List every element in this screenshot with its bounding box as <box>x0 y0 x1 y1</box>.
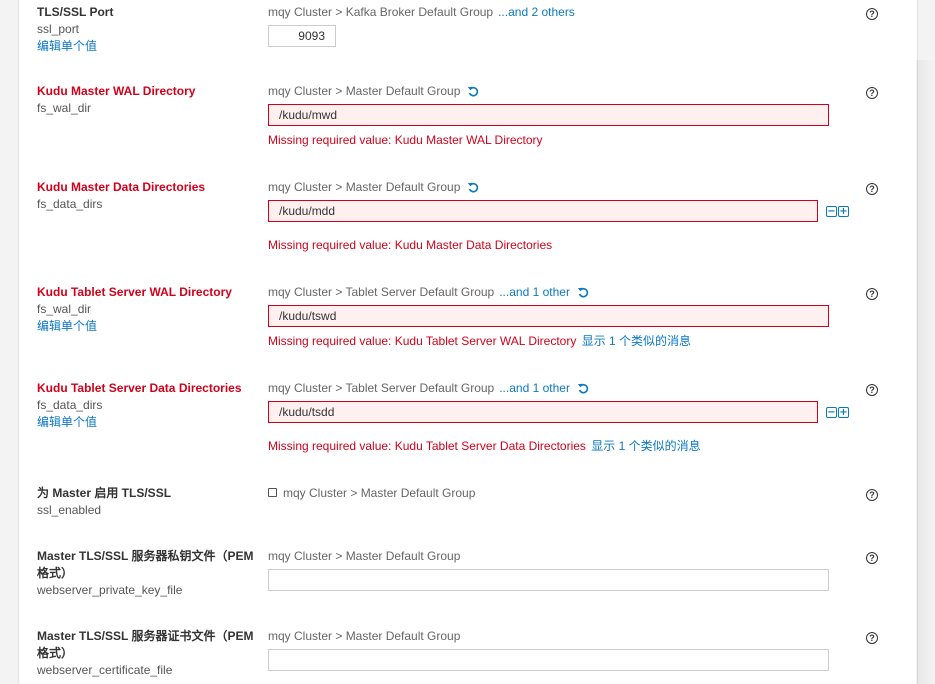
scope-label: mqy Cluster > Tablet Server Default Grou… <box>268 284 589 301</box>
setting-key: ssl_port <box>37 22 80 36</box>
scroll-edge-shadow <box>916 60 935 684</box>
setting-title: Kudu Master WAL Directory <box>37 84 196 98</box>
error-text: Missing required value: Kudu Tablet Serv… <box>268 439 586 453</box>
configuration-panel: TLS/SSL Port ssl_port 编辑单个值 mqy Cluster … <box>18 0 918 684</box>
scope-text: mqy Cluster > Tablet Server Default Grou… <box>268 381 495 395</box>
scope-text: mqy Cluster > Master Default Group <box>268 180 461 194</box>
undo-icon[interactable] <box>467 181 479 193</box>
edit-individual-values-link[interactable]: 编辑单个值 <box>37 318 255 335</box>
help-icon[interactable]: ? <box>866 384 878 396</box>
setting-title: Master TLS/SSL 服务器证书文件（PEM 格式） <box>37 628 262 662</box>
setting-key: fs_data_dirs <box>37 398 103 412</box>
scope-text: mqy Cluster > Tablet Server Default Grou… <box>268 285 495 299</box>
edit-individual-values-link[interactable]: 编辑单个值 <box>37 414 255 431</box>
scope-label: mqy Cluster > Master Default Group <box>268 179 479 196</box>
setting-key: webserver_certificate_file <box>37 663 173 677</box>
scope-label: mqy Cluster > Master Default Group <box>268 628 460 645</box>
setting-key: fs_wal_dir <box>37 302 92 316</box>
help-icon[interactable]: ? <box>866 632 878 644</box>
add-value-icon[interactable]: + <box>838 206 849 217</box>
show-similar-messages-link[interactable]: 显示 1 个类似的消息 <box>582 334 691 348</box>
show-similar-messages-link[interactable]: 显示 1 个类似的消息 <box>591 439 700 453</box>
setting-title-line: 格式） <box>37 646 74 660</box>
scope-label: mqy Cluster > Master Default Group <box>268 83 479 100</box>
setting-label: Kudu Tablet Server Data Directories fs_d… <box>37 380 255 431</box>
setting-title: 为 Master 启用 TLS/SSL <box>37 486 172 500</box>
setting-label: 为 Master 启用 TLS/SSL ssl_enabled <box>37 485 255 519</box>
scope-label: mqy Cluster > Master Default Group <box>268 485 475 502</box>
setting-title-line: 格式） <box>37 566 74 580</box>
setting-label: Kudu Master Data Directories fs_data_dir… <box>37 179 255 213</box>
setting-key: fs_wal_dir <box>37 101 92 115</box>
help-icon[interactable]: ? <box>866 183 878 195</box>
scope-label: mqy Cluster > Master Default Group <box>268 548 460 565</box>
help-icon[interactable]: ? <box>866 87 878 99</box>
scope-text: mqy Cluster > Master Default Group <box>268 629 461 643</box>
setting-title: Master TLS/SSL 服务器私钥文件（PEM 格式） <box>37 548 262 582</box>
setting-title: TLS/SSL Port <box>37 5 114 19</box>
setting-title: Kudu Master Data Directories <box>37 180 206 194</box>
error-message: Missing required value: Kudu Master WAL … <box>268 133 543 147</box>
scope-more-link[interactable]: ...and 1 other <box>499 381 570 395</box>
kudu-master-wal-dir-input[interactable] <box>268 104 829 126</box>
undo-icon[interactable] <box>577 382 589 394</box>
help-icon[interactable]: ? <box>866 8 878 20</box>
setting-label: Kudu Tablet Server WAL Directory fs_wal_… <box>37 284 255 335</box>
private-key-file-input[interactable] <box>268 569 829 591</box>
kudu-tserver-data-dirs-input[interactable] <box>268 401 818 423</box>
help-icon[interactable]: ? <box>866 288 878 300</box>
setting-label: Master TLS/SSL 服务器证书文件（PEM 格式） webserver… <box>37 628 262 679</box>
add-remove-controls: − + <box>826 407 849 418</box>
setting-title-line: Master TLS/SSL 服务器私钥文件（PEM <box>37 549 254 563</box>
remove-value-icon[interactable]: − <box>826 206 837 217</box>
error-message: Missing required value: Kudu Tablet Serv… <box>268 438 701 455</box>
scope-label: mqy Cluster > Kafka Broker Default Group… <box>268 4 575 21</box>
undo-icon[interactable] <box>577 286 589 298</box>
undo-icon[interactable] <box>467 85 479 97</box>
setting-key: ssl_enabled <box>37 503 102 517</box>
scope-text: mqy Cluster > Master Default Group <box>283 486 476 500</box>
scope-more-link[interactable]: ...and 1 other <box>499 285 570 299</box>
setting-label: Master TLS/SSL 服务器私钥文件（PEM 格式） webserver… <box>37 548 262 599</box>
help-icon[interactable]: ? <box>866 489 878 501</box>
scope-text: mqy Cluster > Master Default Group <box>268 549 461 563</box>
scope-label: mqy Cluster > Tablet Server Default Grou… <box>268 380 589 397</box>
add-value-icon[interactable]: + <box>838 407 849 418</box>
setting-key: webserver_private_key_file <box>37 583 183 597</box>
setting-title: Kudu Tablet Server WAL Directory <box>37 285 232 299</box>
setting-label: TLS/SSL Port ssl_port 编辑单个值 <box>37 4 255 55</box>
scope-text: mqy Cluster > Master Default Group <box>268 84 461 98</box>
error-message: Missing required value: Kudu Master Data… <box>268 238 553 252</box>
ssl-enabled-checkbox[interactable] <box>268 488 277 497</box>
scope-more-link[interactable]: ...and 2 others <box>498 5 575 19</box>
help-icon[interactable]: ? <box>866 552 878 564</box>
error-text: Missing required value: Kudu Tablet Serv… <box>268 334 577 348</box>
scope-text: mqy Cluster > Kafka Broker Default Group <box>268 5 494 19</box>
setting-key: fs_data_dirs <box>37 197 103 211</box>
error-message: Missing required value: Kudu Tablet Serv… <box>268 333 691 350</box>
kudu-tserver-wal-dir-input[interactable] <box>268 305 829 327</box>
kudu-master-data-dirs-input[interactable] <box>268 200 818 222</box>
setting-label: Kudu Master WAL Directory fs_wal_dir <box>37 83 255 117</box>
ssl-port-input[interactable] <box>268 25 336 47</box>
certificate-file-input[interactable] <box>268 649 829 671</box>
add-remove-controls: − + <box>826 206 849 217</box>
edit-individual-values-link[interactable]: 编辑单个值 <box>37 38 255 55</box>
setting-title-line: Master TLS/SSL 服务器证书文件（PEM <box>37 629 254 643</box>
setting-title: Kudu Tablet Server Data Directories <box>37 381 242 395</box>
remove-value-icon[interactable]: − <box>826 407 837 418</box>
